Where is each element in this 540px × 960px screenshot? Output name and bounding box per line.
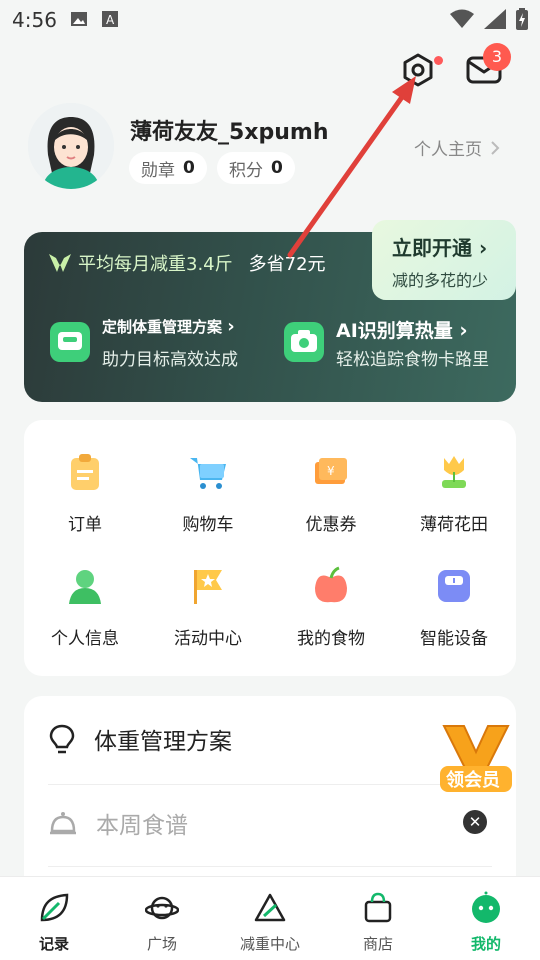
vip-v-badge-icon: 领会员 xyxy=(440,725,512,792)
bottom-tab-bar: 记录 广场 减重中心 商店 我的 xyxy=(0,876,540,960)
weight-plan-label: 体重管理方案 xyxy=(94,729,232,755)
image-icon xyxy=(71,12,87,26)
grid-item-coupons[interactable]: ¥ 优惠券 xyxy=(276,452,386,535)
vip-slogan: 平均每月减重3.4斤 xyxy=(78,254,233,275)
tab-label: 广场 xyxy=(146,935,177,953)
medal-count: 0 xyxy=(183,158,195,178)
leaf-icon xyxy=(40,893,69,922)
avatar[interactable] xyxy=(28,103,114,189)
list-divider xyxy=(48,784,492,785)
tab-mine[interactable]: 我的 xyxy=(432,877,540,960)
status-bar: 4:56 A xyxy=(0,0,540,40)
face-icon xyxy=(472,891,500,923)
get-vip-floater[interactable]: 领会员 xyxy=(436,722,516,796)
service-grid: 订单 购物车 ¥ 优惠券 薄荷花田 个人信息 活动中心 我的食物 智能设备 xyxy=(24,420,516,676)
settings-notification-dot xyxy=(434,56,443,65)
scale-icon xyxy=(438,570,470,602)
clipboard-icon xyxy=(71,454,99,490)
svg-text:A: A xyxy=(106,13,115,27)
close-floater-button[interactable]: ✕ xyxy=(463,810,487,834)
grid-item-label: 智能设备 xyxy=(420,629,488,649)
settings-button[interactable] xyxy=(400,52,436,88)
grid-item-label: 个人信息 xyxy=(51,629,119,649)
vip-logo-icon xyxy=(49,254,71,272)
mail-badge: 3 xyxy=(483,43,511,71)
grid-item-label: 优惠券 xyxy=(305,515,357,535)
tab-weight-loss-center[interactable]: 减重中心 xyxy=(216,877,324,960)
battery-icon xyxy=(516,8,528,30)
tab-label: 减重中心 xyxy=(239,935,300,953)
shopping-cart-icon xyxy=(190,458,226,489)
vip-feature-ai[interactable]: AI识别算热量 › 轻松追踪食物卡路里 xyxy=(284,316,489,370)
tab-plaza[interactable]: 广场 xyxy=(108,877,216,960)
tab-record[interactable]: 记录 xyxy=(0,877,108,960)
triangle-icon xyxy=(254,893,286,922)
vip-feature-plan[interactable]: 定制体重管理方案 › 助力目标高效达成 xyxy=(50,316,238,370)
grid-item-label: 购物车 xyxy=(182,515,234,535)
avatar-girl-icon xyxy=(28,103,114,189)
medal-label: 勋章 xyxy=(141,160,175,181)
star-flag-icon xyxy=(194,570,222,604)
grid-item-smart-devices[interactable]: 智能设备 xyxy=(399,566,509,649)
grid-item-cart[interactable]: 购物车 xyxy=(153,452,263,535)
vip-saving: 多省72元 xyxy=(248,254,326,275)
font-icon: A xyxy=(102,11,118,27)
tab-label: 记录 xyxy=(38,935,69,953)
wifi-icon xyxy=(450,9,474,28)
vip-feature-ai-title: AI识别算热量 › xyxy=(336,318,468,342)
status-time: 4:56 xyxy=(12,8,57,32)
weight-plan-row[interactable]: 体重管理方案 xyxy=(48,722,492,756)
camera-icon xyxy=(284,322,324,362)
list-divider xyxy=(48,866,492,867)
grid-item-label: 薄荷花田 xyxy=(420,515,488,535)
username: 薄荷友友_5xpumh xyxy=(130,120,329,145)
medal-chip[interactable]: 勋章 0 xyxy=(129,152,207,184)
grid-item-my-foods[interactable]: 我的食物 xyxy=(276,566,386,649)
vip-feature-plan-subtitle: 助力目标高效达成 xyxy=(102,350,238,370)
weekly-recipe-label: 本周食谱 xyxy=(96,813,188,839)
grid-item-label: 我的食物 xyxy=(297,629,365,649)
signal-icon xyxy=(484,9,506,29)
tab-store[interactable]: 商店 xyxy=(324,877,432,960)
grid-item-garden[interactable]: 薄荷花田 xyxy=(399,452,509,535)
weekly-recipe-row[interactable]: 本周食谱 xyxy=(48,806,492,840)
apple-icon xyxy=(315,566,347,603)
vip-floater-text: 领会员 xyxy=(446,769,500,791)
tulip-icon xyxy=(442,456,466,488)
grid-item-label: 活动中心 xyxy=(174,629,242,649)
vip-open-subtitle: 减的多花的少 xyxy=(392,271,489,290)
grid-item-orders[interactable]: 订单 xyxy=(30,452,140,535)
shopping-bag-icon xyxy=(364,892,392,923)
close-icon: ✕ xyxy=(468,813,482,831)
tab-label: 商店 xyxy=(362,935,393,953)
points-chip[interactable]: 积分 0 xyxy=(217,152,295,184)
points-count: 0 xyxy=(271,158,283,178)
grid-item-label: 订单 xyxy=(68,515,102,535)
coupon-icon: ¥ xyxy=(315,458,347,484)
vip-open-title: 立即开通 › xyxy=(392,236,488,260)
svg-text:¥: ¥ xyxy=(327,464,335,478)
vip-feature-plan-title: 定制体重管理方案 › xyxy=(102,316,235,337)
tablet-icon xyxy=(50,322,90,362)
person-icon xyxy=(69,570,101,604)
cloche-icon xyxy=(50,812,76,835)
vip-open-button[interactable]: 立即开通 › 减的多花的少 xyxy=(372,220,516,300)
tab-label: 我的 xyxy=(470,935,501,953)
homepage-link-label: 个人主页 xyxy=(414,140,482,160)
points-label: 积分 xyxy=(229,160,263,181)
homepage-link[interactable]: 个人主页 xyxy=(414,135,500,160)
vip-feature-ai-subtitle: 轻松追踪食物卡路里 xyxy=(336,350,489,370)
planet-icon xyxy=(144,896,180,920)
grid-item-activity-center[interactable]: 活动中心 xyxy=(153,566,263,649)
settings-icon xyxy=(403,53,433,87)
chevron-right-icon xyxy=(491,140,500,155)
lightbulb-icon xyxy=(49,724,75,754)
grid-item-profile-info[interactable]: 个人信息 xyxy=(30,566,140,649)
